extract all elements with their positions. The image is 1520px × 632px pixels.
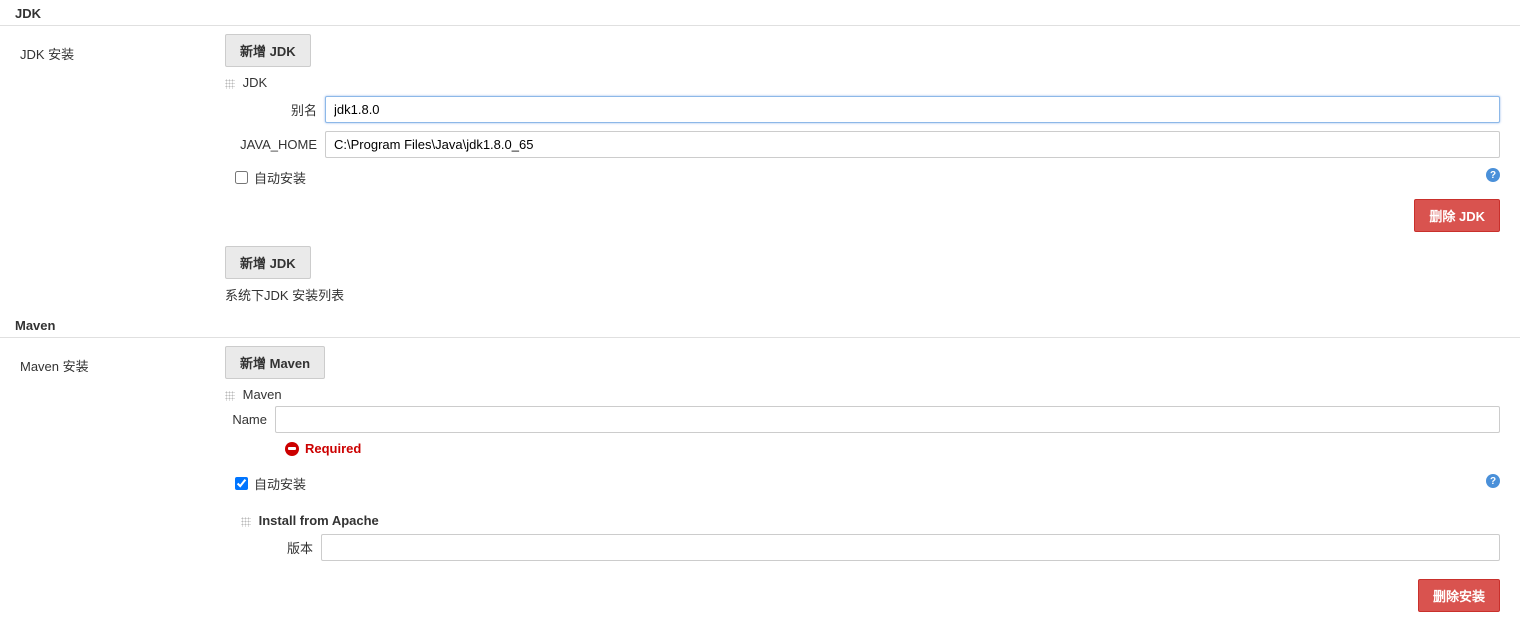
jdk-install-row: JDK 安装 新增 JDK JDK 别名 JAVA_HOME 自动安装 ? 删除…	[0, 26, 1520, 312]
add-jdk-button-top[interactable]: 新增 JDK	[225, 34, 311, 67]
maven-name-label: Name	[225, 412, 275, 427]
drag-handle-icon[interactable]	[225, 79, 235, 89]
jdk-item-title: JDK	[225, 75, 1500, 90]
help-icon[interactable]: ?	[1486, 168, 1500, 182]
install-from-apache-title: Install from Apache	[241, 513, 1500, 528]
help-icon[interactable]: ?	[1486, 474, 1500, 488]
drag-handle-icon[interactable]	[225, 391, 235, 401]
java-home-input[interactable]	[325, 131, 1500, 158]
add-jdk-button-bottom[interactable]: 新增 JDK	[225, 246, 311, 279]
jdk-section-header: JDK	[0, 0, 1520, 26]
jdk-auto-install-checkbox[interactable]	[235, 171, 248, 184]
maven-install-label: Maven 安装	[20, 346, 225, 375]
add-maven-button[interactable]: 新增 Maven	[225, 346, 325, 379]
maven-section-header: Maven	[0, 312, 1520, 338]
jdk-alias-label: 别名	[225, 100, 325, 119]
maven-name-input[interactable]	[275, 406, 1500, 433]
maven-version-label: 版本	[281, 538, 321, 557]
maven-item-title-text: Maven	[243, 387, 282, 402]
maven-install-row: Maven 安装 新增 Maven Maven Name Required 自动…	[0, 338, 1520, 632]
maven-name-error: Required	[285, 441, 1500, 456]
maven-auto-install-checkbox[interactable]	[235, 477, 248, 490]
drag-handle-icon[interactable]	[241, 517, 251, 527]
jdk-item-title-text: JDK	[243, 75, 268, 90]
java-home-label: JAVA_HOME	[225, 137, 325, 152]
jdk-list-caption: 系统下JDK 安装列表	[225, 285, 1500, 304]
delete-maven-install-button[interactable]: 删除安装	[1418, 579, 1500, 612]
maven-version-input[interactable]	[321, 534, 1500, 561]
install-from-apache-text: Install from Apache	[259, 513, 379, 528]
maven-auto-install-label: 自动安装	[254, 474, 306, 493]
maven-name-error-text: Required	[305, 441, 361, 456]
maven-item-title: Maven	[225, 387, 1500, 402]
error-icon	[285, 442, 299, 456]
jdk-install-label: JDK 安装	[20, 34, 225, 63]
delete-jdk-button[interactable]: 删除 JDK	[1414, 199, 1500, 232]
jdk-auto-install-label: 自动安装	[254, 168, 306, 187]
jdk-alias-input[interactable]	[325, 96, 1500, 123]
